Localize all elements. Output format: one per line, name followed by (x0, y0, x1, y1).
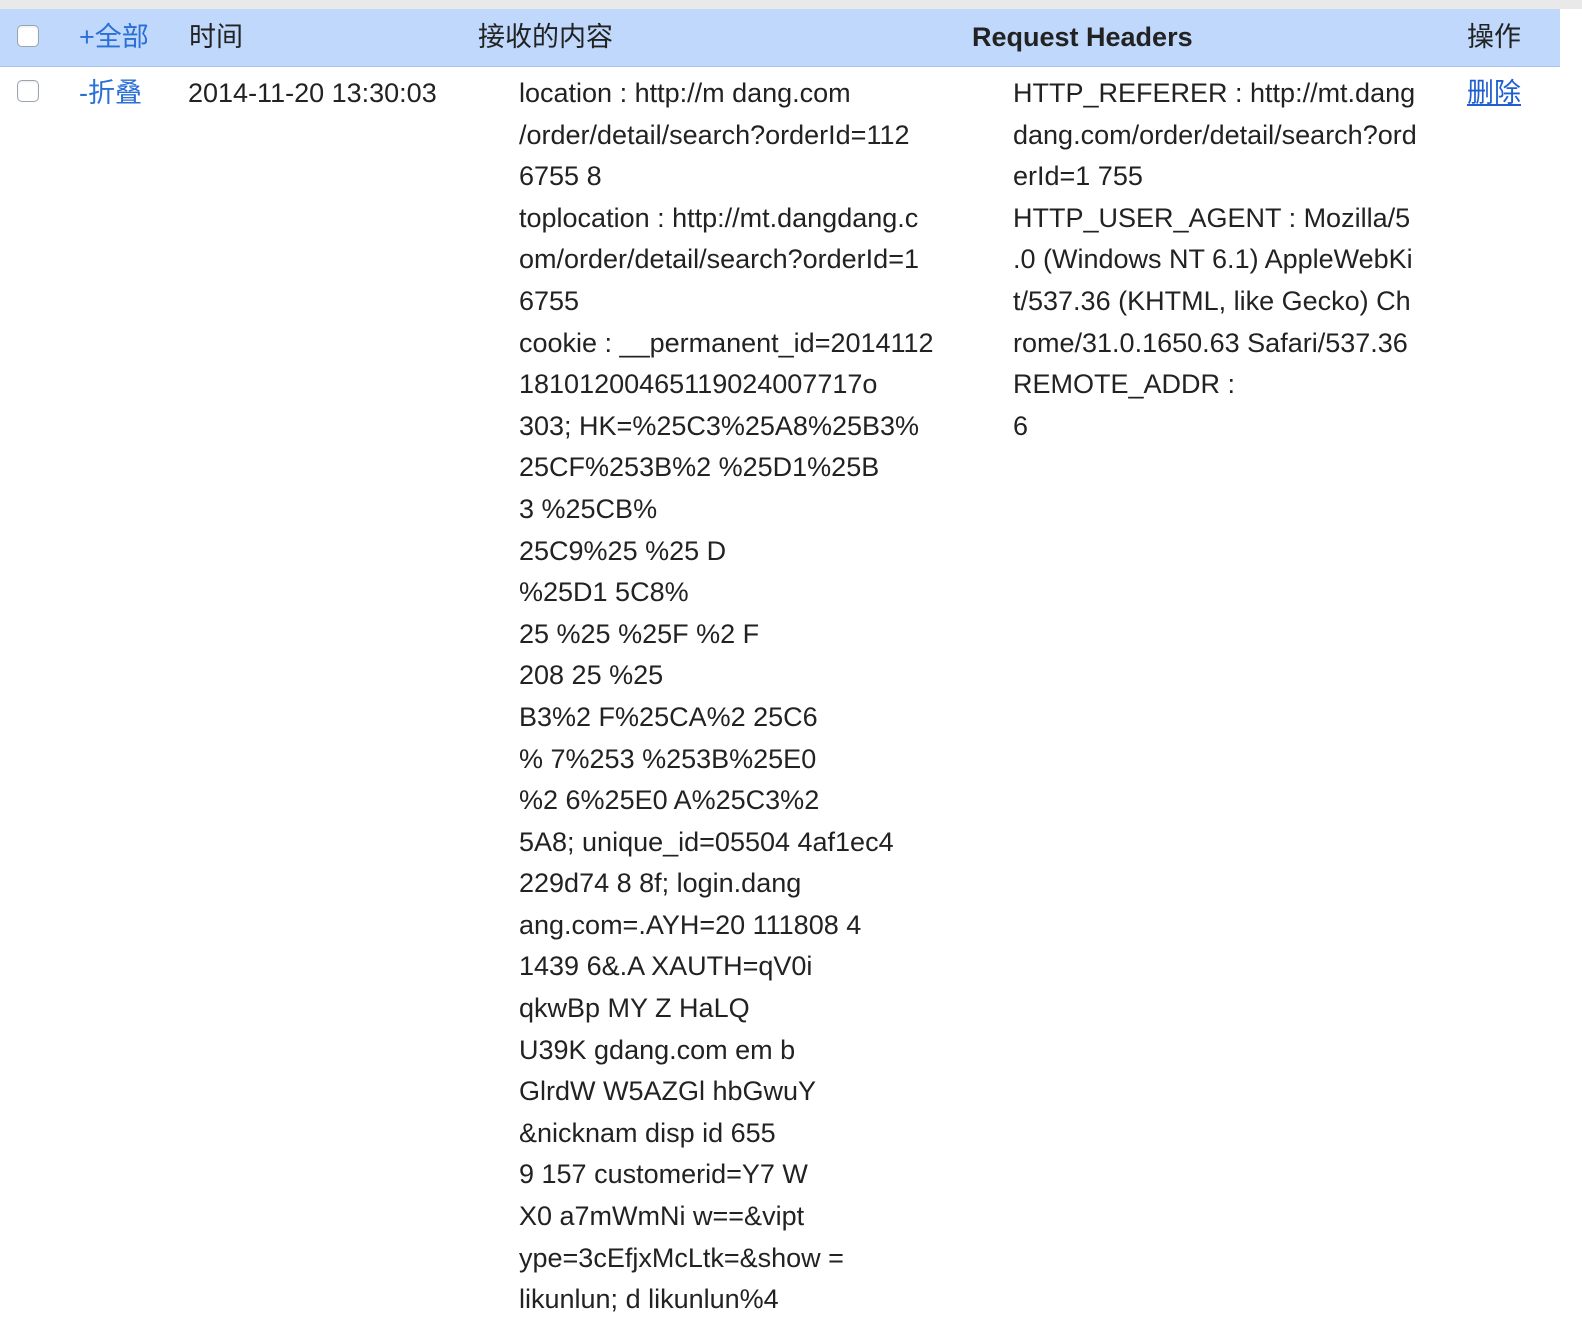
content-line: toplocation : http://mt.dangdang.c (519, 202, 919, 233)
content-line: U39K gdang.com em b (519, 1034, 796, 1065)
header-value-line: erId=1 755 (1013, 161, 1143, 192)
content-line: &nicknam disp id 655 (519, 1117, 776, 1148)
row-checkbox[interactable] (17, 80, 39, 102)
content-line: 303; HK=%25C3%25A8%25B3% (519, 410, 920, 441)
table-header: +全部 时间 接收的内容 Request Headers 操作 (0, 9, 1560, 67)
content-line: 229d74 8 8f; login.dang (519, 868, 802, 899)
header-value-line: HTTP_REFERER : http://mt.dang (1013, 78, 1416, 108)
collapse-link[interactable]: -折叠 (79, 73, 142, 115)
select-all-checkbox[interactable] (17, 25, 39, 47)
content-line: %2 6%25E0 A%25C3%2 (519, 785, 820, 816)
content-line: /order/detail/search?orderId=112 (519, 119, 910, 150)
content-line: 25CF%253B%2 %25D1%25B (519, 452, 880, 483)
header-value-line: HTTP_USER_AGENT : Mozilla/5 (1013, 202, 1411, 233)
top-strip (0, 0, 1582, 9)
content-line: B3%2 F%25CA%2 25C6 (519, 701, 818, 732)
content-line: 3 %25CB% (519, 493, 658, 524)
column-header-request-headers: Request Headers (972, 22, 1193, 52)
content-line: om/order/detail/search?orderId=1 (519, 244, 919, 275)
content-line: 18101200465119024007717o (519, 369, 878, 400)
content-line: cookie : __permanent_id=2014112 (519, 327, 934, 358)
content-line: 25C9%25 %25 D (519, 535, 727, 566)
content-line: 6755 (519, 285, 580, 316)
content-line: % 7%253 %253B%25E0 (519, 743, 817, 774)
content-line: 5A8; unique_id=05504 4af1ec4 (519, 826, 894, 857)
content-line: %25D1 5C8% (519, 577, 689, 608)
content-line: location : http://m dang.com (519, 78, 851, 108)
header-value-line: t/537.36 (KHTML, like Gecko) Ch (1013, 285, 1411, 316)
content-line: likunlun; d likunlun%4 (519, 1284, 779, 1315)
header-value-line: 6 (1013, 410, 1029, 441)
column-header-action: 操作 (1467, 22, 1521, 52)
header-value-line: .0 (Windows NT 6.1) AppleWebKi (1013, 244, 1413, 275)
delete-link[interactable]: 删除 (1467, 73, 1521, 115)
content-line: 25 %25 %25F %2 F (519, 618, 760, 649)
content-line: GlrdW W5AZGl hbGwuY (519, 1076, 817, 1107)
column-header-content: 接收的内容 (478, 22, 613, 52)
content-line: 9 157 customerid=Y7 W (519, 1159, 808, 1190)
expand-all-link[interactable]: +全部 (79, 9, 149, 65)
row-time: 2014-11-20 13:30:03 (188, 78, 437, 108)
content-line: 6755 8 (519, 161, 602, 192)
content-line: ype=3cEfjxMcLtk=&show = (519, 1242, 844, 1273)
content-line: X0 a7mWmNi w==&vipt (519, 1201, 805, 1232)
content-line: 1439 6&.A XAUTH=qV0i (519, 951, 813, 982)
content-line: 208 25 %25 (519, 660, 664, 691)
content-line: ang.com=.AYH=20 111808 4 (519, 909, 862, 940)
column-header-time: 时间 (189, 22, 243, 52)
right-edge (1560, 9, 1582, 1322)
content-line: qkwBp MY Z HaLQ (519, 993, 750, 1024)
header-value-line: REMOTE_ADDR : (1013, 369, 1236, 400)
received-content: location : http://m dang.com/order/detai… (519, 73, 944, 1321)
request-headers-value: HTTP_REFERER : http://mt.dang dang.com/or… (1013, 73, 1438, 447)
header-value-line: dang.com/order/detail/search?ord (1013, 119, 1417, 150)
header-value-line: rome/31.0.1650.63 Safari/537.36 (1013, 327, 1408, 358)
